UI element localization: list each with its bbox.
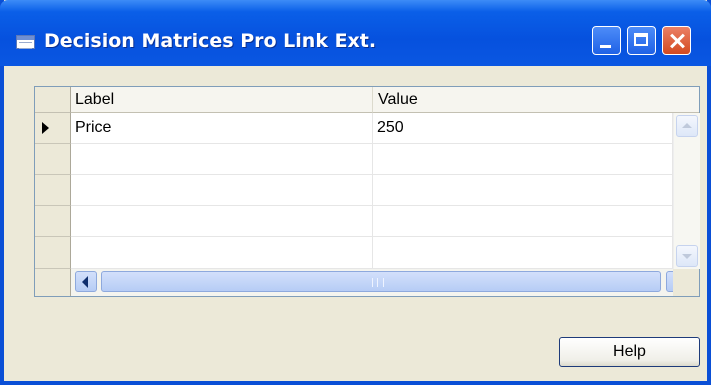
grid-cell-value[interactable] <box>373 206 673 237</box>
row-selector[interactable] <box>35 206 71 237</box>
table-window-icon <box>16 35 35 49</box>
grid-cell-value[interactable] <box>373 237 673 269</box>
column-header-value-text: Value <box>378 91 418 108</box>
scroll-up-button[interactable] <box>676 115 698 137</box>
grid-cell-label[interactable] <box>71 237 373 269</box>
grid-cell-label[interactable] <box>71 175 373 206</box>
dialog-window: Decision Matrices Pro Link Ext. Label Va… <box>0 0 711 385</box>
scroll-down-button[interactable] <box>676 245 698 267</box>
window-title: Decision Matrices Pro Link Ext. <box>44 30 377 52</box>
column-header-label-text: Label <box>75 91 115 108</box>
grid-cell-value[interactable] <box>373 175 673 206</box>
horizontal-scrollbar[interactable] <box>71 269 688 296</box>
close-button[interactable] <box>662 26 691 55</box>
arrow-down-icon <box>682 254 692 259</box>
row-selector[interactable] <box>35 237 71 269</box>
grid-cell-value[interactable] <box>373 144 673 175</box>
maximize-button[interactable] <box>627 26 656 55</box>
grip-icon <box>372 278 384 287</box>
grid-cell-label[interactable] <box>71 206 373 237</box>
row-selector[interactable] <box>35 144 71 175</box>
column-header-value[interactable]: Value <box>373 87 699 113</box>
scrollbar-corner <box>673 269 699 296</box>
corner-header <box>35 87 71 113</box>
arrow-left-icon <box>82 276 88 288</box>
row-selector[interactable] <box>35 113 71 144</box>
row-selector-footer <box>35 269 71 296</box>
row-selector[interactable] <box>35 175 71 206</box>
vertical-scrollbar[interactable] <box>673 113 700 269</box>
grid-cell-value[interactable]: 250 <box>373 113 673 144</box>
arrow-up-icon <box>682 123 692 128</box>
grid-cell-label[interactable] <box>71 144 373 175</box>
current-row-arrow-icon <box>42 122 49 134</box>
scroll-left-button[interactable] <box>75 271 97 292</box>
grid-cell-label[interactable]: Price <box>71 113 373 144</box>
column-header-label[interactable]: Label <box>71 87 373 113</box>
help-button[interactable]: Help <box>559 337 700 367</box>
minimize-button[interactable] <box>592 26 621 55</box>
title-bar[interactable]: Decision Matrices Pro Link Ext. <box>0 0 711 66</box>
horizontal-scroll-thumb[interactable] <box>101 271 661 292</box>
data-grid: Label Value Price 250 <box>34 86 700 297</box>
